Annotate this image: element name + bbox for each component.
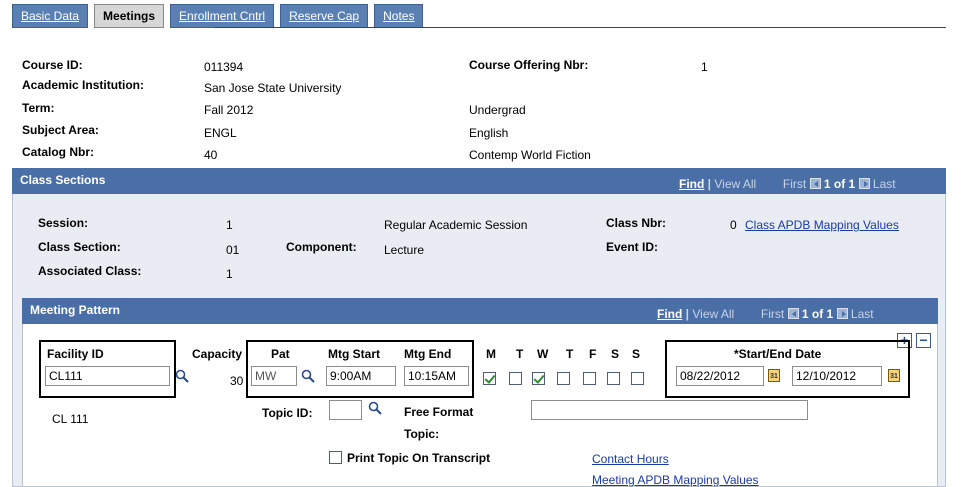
- saturday-checkbox[interactable]: [607, 372, 620, 385]
- topic-lookup-icon[interactable]: [368, 401, 382, 415]
- course-offering-value: 1: [701, 60, 708, 74]
- facility-lookup-icon[interactable]: [175, 369, 189, 383]
- class-nbr-label: Class Nbr:: [606, 216, 667, 230]
- session-label: Session:: [38, 216, 89, 230]
- class-nbr-value: 0: [730, 218, 737, 232]
- course-id-label: Course ID:: [22, 58, 83, 72]
- next-arrow-icon: [836, 308, 848, 319]
- component-value: Lecture: [384, 243, 425, 257]
- contact-hours-link[interactable]: Contact Hours: [592, 452, 669, 466]
- class-sections-nav: Find | View All First 1 of 1 Last: [679, 177, 896, 191]
- class-sections-first: First: [782, 177, 807, 191]
- meeting-apdb-mapping-link[interactable]: Meeting APDB Mapping Values: [592, 473, 759, 487]
- day-label-t: T: [516, 347, 524, 361]
- meeting-pattern-count: 1 of 1: [801, 307, 834, 321]
- sunday-checkbox[interactable]: [631, 372, 644, 385]
- free-format-topic-label-2: Topic:: [404, 427, 440, 441]
- term-label: Term:: [22, 101, 55, 115]
- tab-notes[interactable]: Notes: [374, 4, 424, 28]
- institution-value: San Jose State University: [204, 81, 342, 95]
- meeting-pattern-find-link[interactable]: Find: [657, 307, 682, 321]
- capacity-value: 30: [230, 374, 244, 388]
- day-label-th: T: [566, 347, 574, 361]
- class-sections-last: Last: [872, 177, 896, 191]
- day-label-w: W: [537, 347, 549, 361]
- tab-basic-data[interactable]: Basic Data: [12, 4, 89, 28]
- class-section-label: Class Section:: [38, 240, 121, 254]
- previous-arrow-icon: [809, 178, 821, 189]
- meeting-pattern-nav: Find | View All First 1 of 1 Last: [657, 307, 874, 321]
- event-id-label: Event ID:: [606, 240, 659, 254]
- day-label-sa: S: [611, 347, 620, 361]
- next-arrow-icon: [858, 178, 870, 189]
- previous-arrow-icon: [787, 308, 799, 319]
- time-highlight-box: [246, 340, 474, 398]
- meeting-pattern-title: Meeting Pattern: [30, 303, 121, 317]
- wednesday-checkbox[interactable]: [532, 372, 545, 385]
- career-value: Undergrad: [469, 103, 526, 117]
- catalog-desc: Contemp World Fiction: [469, 148, 591, 162]
- capacity-label: Capacity: [192, 347, 243, 361]
- tuesday-checkbox[interactable]: [509, 372, 522, 385]
- subject-label: Subject Area:: [22, 123, 99, 137]
- meeting-pattern-view-all: View All: [692, 307, 735, 321]
- day-label-f: F: [589, 347, 597, 361]
- class-apdb-mapping-link[interactable]: Class APDB Mapping Values: [745, 218, 899, 232]
- friday-checkbox[interactable]: [583, 372, 596, 385]
- monday-checkbox[interactable]: [483, 372, 496, 385]
- class-sections-title: Class Sections: [20, 173, 106, 187]
- tab-bar: Basic Data Meetings Enrollment Cntrl Res…: [12, 4, 429, 29]
- session-value: 1: [226, 218, 233, 232]
- class-sections-view-all: View All: [714, 177, 757, 191]
- date-highlight-box: [665, 340, 910, 398]
- catalog-label: Catalog Nbr:: [22, 145, 94, 159]
- course-id-value: 011394: [204, 60, 244, 74]
- topic-id-label: Topic ID:: [262, 406, 313, 420]
- facility-description: CL 111: [52, 412, 89, 426]
- session-desc: Regular Academic Session: [384, 218, 528, 232]
- component-label: Component:: [286, 240, 357, 254]
- facility-highlight-box: [39, 340, 176, 398]
- class-sections-count: 1 of 1: [823, 177, 856, 191]
- thursday-checkbox[interactable]: [557, 372, 570, 385]
- tab-divider: [214, 27, 946, 28]
- tab-enrollment-cntrl[interactable]: Enrollment Cntrl: [170, 4, 275, 28]
- course-offering-label: Course Offering Nbr:: [469, 58, 589, 72]
- subject-desc: English: [469, 126, 509, 140]
- term-value: Fall 2012: [204, 103, 254, 117]
- meeting-pattern-last: Last: [850, 307, 874, 321]
- print-topic-checkbox[interactable]: [329, 451, 342, 464]
- tab-meetings[interactable]: Meetings: [94, 4, 165, 28]
- class-section-value: 01: [226, 243, 240, 257]
- print-topic-label: Print Topic On Transcript: [347, 451, 491, 465]
- institution-label: Academic Institution:: [22, 78, 145, 92]
- associated-class-label: Associated Class:: [38, 264, 142, 278]
- class-sections-find-link[interactable]: Find: [679, 177, 704, 191]
- catalog-value: 40: [204, 148, 218, 162]
- topic-id-input[interactable]: [329, 400, 362, 420]
- free-format-topic-label: Free Format: [404, 405, 474, 419]
- subject-value: ENGL: [204, 126, 237, 140]
- meeting-pattern-first: First: [760, 307, 785, 321]
- day-label-su: S: [632, 347, 641, 361]
- delete-row-button[interactable]: −: [916, 333, 931, 348]
- free-format-topic-input[interactable]: [531, 400, 808, 420]
- day-label-m: M: [486, 347, 496, 361]
- tab-reserve-cap[interactable]: Reserve Cap: [280, 4, 369, 28]
- associated-class-value: 1: [226, 267, 233, 281]
